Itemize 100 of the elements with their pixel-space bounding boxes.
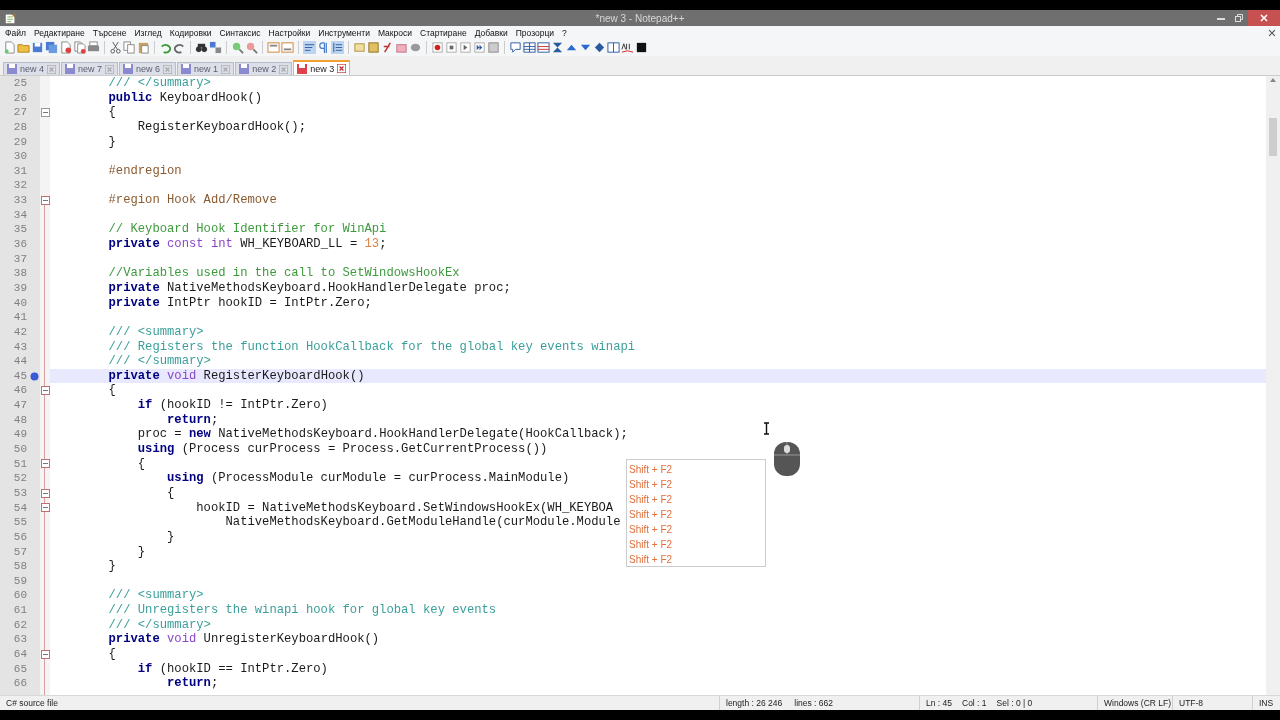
new-file-icon[interactable]: [3, 41, 16, 54]
code-line: return;: [166, 412, 219, 427]
grid-icon[interactable]: [523, 41, 536, 54]
printer-icon[interactable]: [87, 41, 100, 54]
record-icon[interactable]: [431, 41, 444, 54]
line-ending-label: Windows (CR LF): [1104, 698, 1172, 708]
menu-item[interactable]: Прозорци: [512, 27, 560, 38]
save-icon[interactable]: [31, 41, 44, 54]
line-number: 55: [12, 515, 28, 530]
line-number: 26: [12, 90, 28, 106]
code-line: #region Hook Add/Remove: [107, 193, 277, 208]
fold-toggle-icon[interactable]: [40, 195, 50, 205]
fold-toggle-icon[interactable]: [40, 459, 50, 469]
code-line: using (Process curProcess = Process.GetCurrentProcess()): [136, 442, 548, 456]
code-line: }: [166, 529, 175, 544]
menu-item[interactable]: Редактиране: [30, 27, 90, 38]
line-number: 56: [12, 529, 28, 545]
file-tab[interactable]: new 3: [293, 60, 351, 75]
menu-item[interactable]: Инструменти: [315, 27, 375, 38]
file-tab[interactable]: new 2: [235, 62, 293, 75]
line-number: 36: [12, 237, 28, 252]
file-tab[interactable]: new 4: [3, 62, 61, 75]
shortcut-label: Shift + F2: [628, 538, 673, 552]
line-number: 41: [12, 310, 28, 325]
line-number: 43: [12, 339, 28, 355]
square-icon[interactable]: [635, 41, 648, 54]
fold-toggle-icon[interactable]: [40, 503, 50, 513]
line-number: 59: [12, 573, 28, 589]
line-number: 39: [12, 280, 28, 296]
zoom-in-icon[interactable]: [231, 41, 244, 54]
open-folder-icon[interactable]: [17, 41, 30, 54]
word-wrap-icon[interactable]: [303, 41, 316, 54]
line-number: 48: [12, 412, 28, 428]
line-number: 64: [12, 647, 28, 662]
close-file-icon[interactable]: [59, 41, 72, 54]
spellcheck-icon[interactable]: [621, 41, 634, 54]
fold-toggle-icon[interactable]: [40, 386, 50, 396]
shortcut-label: Shift + F2: [628, 523, 673, 537]
line-number: 27: [12, 105, 28, 120]
find-replace-icon[interactable]: [209, 41, 222, 54]
menu-item[interactable]: Кодировки: [166, 27, 217, 38]
file-tab[interactable]: new 7: [61, 62, 119, 75]
comment-icon[interactable]: [509, 41, 522, 54]
menu-item[interactable]: Файл: [2, 27, 31, 38]
text-cursor-icon: [763, 422, 770, 435]
close-all-icon[interactable]: [73, 41, 86, 54]
code-line: }: [136, 544, 146, 559]
menu-item[interactable]: Стартиране: [417, 27, 472, 38]
shortcut-label: Shift + F2: [628, 508, 673, 522]
fold-toggle-icon[interactable]: [40, 649, 50, 659]
table-icon[interactable]: [537, 41, 550, 54]
line-number: 65: [12, 661, 28, 677]
panel-icon[interactable]: [607, 41, 620, 54]
copy-icon[interactable]: [123, 41, 136, 54]
close-icon[interactable]: [337, 64, 347, 73]
pilcrow-icon[interactable]: [317, 41, 330, 54]
code-line: /// </summary>: [107, 617, 211, 632]
code-line: proc = new NativeMethodsKeyboard.HookHandlerDelegate(HookCallback);: [136, 427, 628, 442]
line-number: 62: [12, 617, 28, 633]
fold-toggle-icon[interactable]: [40, 108, 50, 118]
bookmark-icon[interactable]: [29, 371, 39, 381]
close-icon[interactable]: [1268, 28, 1276, 37]
line-number: 29: [12, 134, 28, 150]
line-number: 63: [12, 632, 28, 647]
code-line: /// <summary>: [107, 588, 204, 603]
play-icon[interactable]: [459, 41, 472, 54]
save-all-icon[interactable]: [45, 41, 58, 54]
fold-toggle-icon[interactable]: [40, 488, 50, 498]
line-number: 66: [12, 676, 28, 691]
indent-guide-icon[interactable]: [331, 41, 344, 54]
zoom-out-icon[interactable]: [245, 41, 258, 54]
code-line: return;: [166, 676, 219, 691]
menu-item[interactable]: Изглед: [131, 27, 167, 38]
sync-horizontal-icon[interactable]: [281, 41, 294, 54]
menu-item[interactable]: ?: [559, 27, 572, 38]
scissors-icon[interactable]: [109, 41, 122, 54]
fast-forward-icon[interactable]: [473, 41, 486, 54]
clipboard-icon[interactable]: [137, 41, 150, 54]
code-line: RegisterKeyboardHook();: [136, 119, 306, 134]
code-line: if (hookID == IntPtr.Zero): [136, 661, 328, 676]
code-line: public KeyboardHook(): [107, 90, 263, 105]
line-number: 58: [12, 559, 28, 574]
collapse-icon[interactable]: [551, 41, 564, 54]
stop-icon[interactable]: [445, 41, 458, 54]
menu-item[interactable]: Макроси: [374, 27, 417, 38]
code-line: /// </summary>: [107, 354, 211, 369]
menu-item[interactable]: Добавки: [471, 27, 513, 38]
menu-item[interactable]: Настройки: [265, 27, 316, 38]
code-line: using (ProcessModule curModule = curProcess.MainModule): [166, 471, 570, 486]
code-line: /// Registers the function HookCallback for the global key events winapi: [107, 339, 636, 354]
menu-item[interactable]: Синтаксис: [216, 27, 266, 38]
menu-item[interactable]: Търсене: [89, 27, 132, 38]
line-number: 33: [12, 193, 28, 208]
binoculars-icon[interactable]: [195, 41, 208, 54]
close-button[interactable]: [1248, 10, 1280, 26]
file-tab[interactable]: new 6: [119, 62, 177, 75]
file-tab[interactable]: new 1: [177, 62, 235, 75]
sync-vertical-icon[interactable]: [267, 41, 280, 54]
line-number: 25: [12, 76, 28, 91]
scrollbar-thumb[interactable]: [1269, 118, 1277, 156]
